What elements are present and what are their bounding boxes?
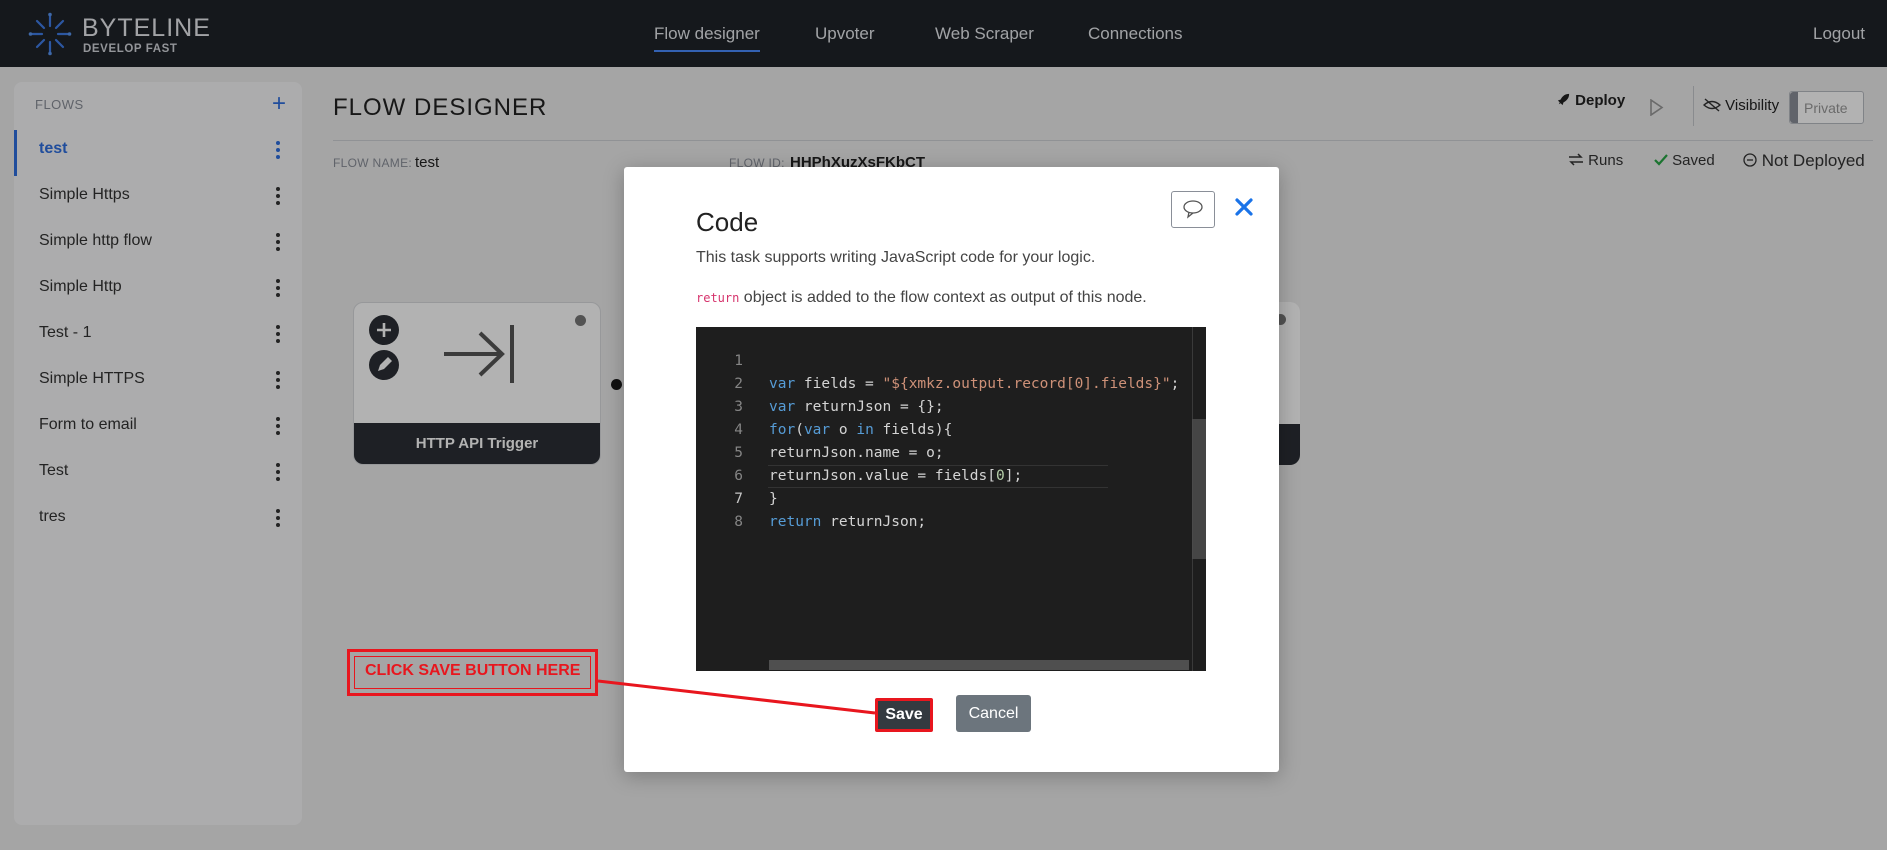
code-line: 4 returnJson.name = o; xyxy=(696,396,1206,461)
close-icon xyxy=(1235,198,1253,216)
return-note-text: object is added to the flow context as o… xyxy=(739,289,1147,306)
comment-button[interactable] xyxy=(1171,191,1215,228)
scroll-thumb[interactable] xyxy=(1192,419,1206,559)
code-text: return returnJson; xyxy=(769,514,927,530)
speech-bubble-icon xyxy=(1183,200,1203,219)
code-line: 8 xyxy=(696,488,1206,530)
code-modal: Code This task supports writing JavaScri… xyxy=(624,167,1279,772)
editor-vertical-scrollbar[interactable] xyxy=(1192,327,1206,671)
code-line: 7 return returnJson; xyxy=(696,465,1206,530)
annotation-text: CLICK SAVE BUTTON HERE xyxy=(365,662,581,679)
modal-return-note: return object is added to the flow conte… xyxy=(696,289,1147,307)
close-button[interactable] xyxy=(1230,193,1258,221)
code-line: 6 } xyxy=(696,442,1206,507)
code-line: 5 returnJson.value = fields[0]; xyxy=(696,419,1206,484)
return-keyword: return xyxy=(696,291,740,305)
save-button[interactable]: Save xyxy=(875,698,933,732)
annotation-callout: CLICK SAVE BUTTON HERE xyxy=(347,649,598,696)
modal-title: Code xyxy=(696,207,759,237)
modal-description: This task supports writing JavaScript co… xyxy=(696,249,1096,266)
line-number: 8 xyxy=(734,514,743,530)
editor-horizontal-scrollbar[interactable] xyxy=(769,660,1189,670)
code-line: 3 for(var o in fields){ xyxy=(696,373,1206,438)
code-line: 2 var returnJson = {}; xyxy=(696,350,1206,415)
code-line: 1 var fields = "${xmkz.output.record[0].… xyxy=(696,327,1206,392)
cancel-button[interactable]: Cancel xyxy=(956,695,1031,732)
code-editor[interactable]: 1 var fields = "${xmkz.output.record[0].… xyxy=(696,327,1206,671)
